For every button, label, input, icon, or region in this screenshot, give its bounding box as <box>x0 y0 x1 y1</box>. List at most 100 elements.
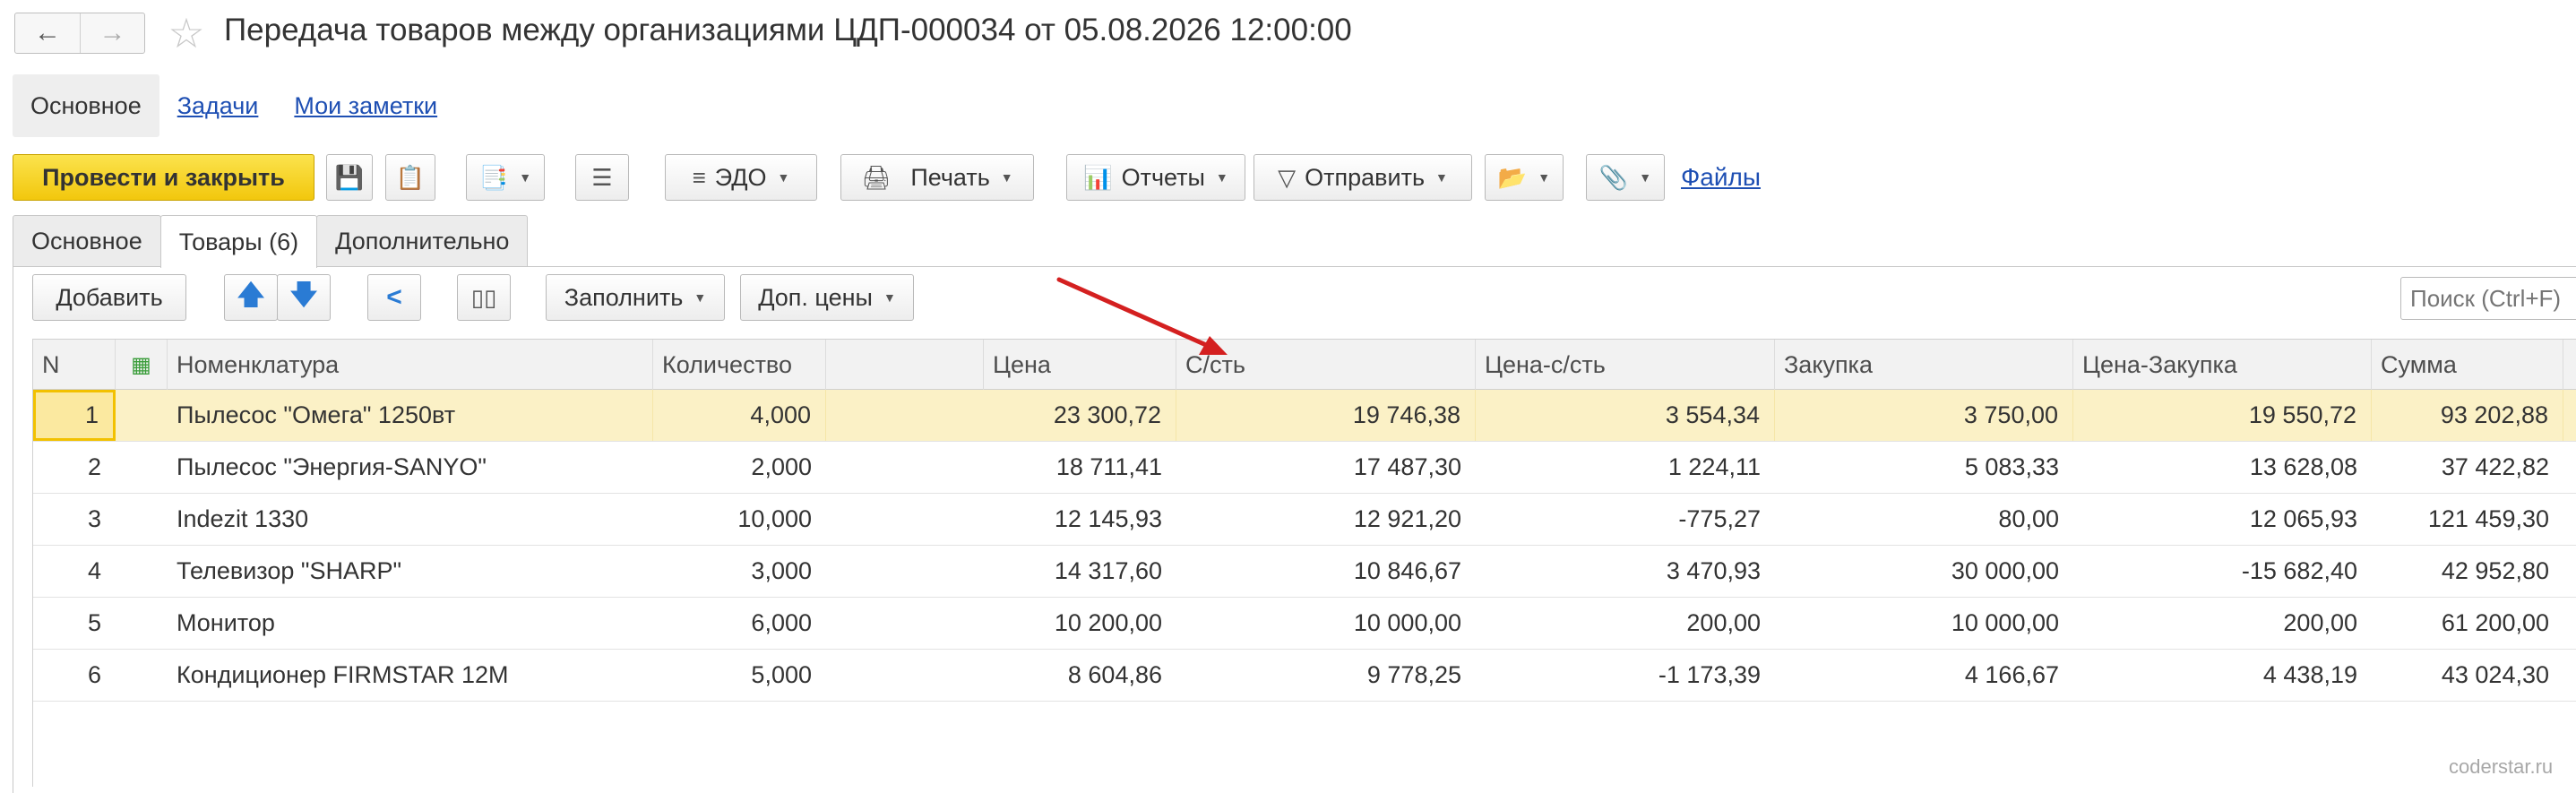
post-button[interactable]: 📋 <box>385 154 435 201</box>
cell-sum: 93 202,88 <box>2372 390 2563 441</box>
printer-icon: 🖨 <box>861 163 892 191</box>
favorite-star-icon[interactable]: ☆ <box>164 10 209 56</box>
cell-price-purchase: 12 065,93 <box>2249 505 2357 532</box>
search-input[interactable] <box>2400 277 2576 320</box>
cell-price-cost: 3 470,93 <box>1666 557 1761 584</box>
post-and-close-button[interactable]: Провести и закрыть <box>13 154 314 201</box>
table-row[interactable]: 1 Пылесос "Омега" 1250вт 4,000 23 300,72… <box>33 390 2576 442</box>
cell-price: 8 604,86 <box>1067 661 1162 688</box>
table-row[interactable]: 2 Пылесос "Энергия-SANYO" 2,000 18 711,4… <box>33 442 2576 494</box>
add-button[interactable]: Добавить <box>32 274 186 321</box>
col-price[interactable]: Цена <box>984 340 1176 390</box>
move-down-button[interactable]: 🡇 <box>277 274 331 321</box>
cell-price-cost: 1 224,11 <box>1667 453 1761 480</box>
cell-sum: 43 024,30 <box>2441 661 2549 688</box>
cell-qty: 3,000 <box>751 557 812 584</box>
nav-buttons: ← → <box>14 13 145 54</box>
cell-price-purchase: 13 628,08 <box>2249 453 2357 480</box>
back-button[interactable]: ← <box>15 13 80 53</box>
reports-label: Отчеты <box>1121 163 1205 191</box>
col-cost[interactable]: С/сть <box>1176 340 1476 390</box>
post-document-icon: 📋 <box>395 163 426 191</box>
print-button[interactable]: 🖨 Печать ▼ <box>840 154 1034 201</box>
cell-purchase: 3 750,00 <box>1775 390 2073 441</box>
cell-price-cost: -1 173,39 <box>1658 661 1761 688</box>
col-name[interactable]: Номенклатура <box>168 340 653 390</box>
col-blank[interactable] <box>826 340 984 390</box>
attach-button[interactable]: 📎 ▼ <box>1586 154 1665 201</box>
cell-qty: 6,000 <box>751 609 812 636</box>
files-link[interactable]: Файлы <box>1681 163 1761 192</box>
create-based-icon: 📑 <box>478 163 509 191</box>
command-bar: Провести и закрыть 💾 📋 📑 ▼ ☰ ≡ ЭДО ▼ 🖨 Печат… <box>13 154 2575 203</box>
col-qty[interactable]: Количество <box>653 340 826 390</box>
cell-qty: 10,000 <box>737 505 812 532</box>
cell-cost: 17 487,30 <box>1353 453 1461 480</box>
move-up-button[interactable]: 🡅 <box>224 274 278 321</box>
cell-cost: 9 778,25 <box>1366 661 1461 688</box>
cell-qty: 5,000 <box>751 661 812 688</box>
tab-goods[interactable]: Товары (6) <box>159 215 318 268</box>
col-price-cost[interactable]: Цена-с/сть <box>1476 340 1775 390</box>
fill-label: Заполнить <box>564 283 684 311</box>
fill-button[interactable]: Заполнить ▼ <box>546 274 725 321</box>
cell-purchase: 80,00 <box>1998 505 2059 532</box>
cell-price-purchase: 19 550,72 <box>2073 390 2372 441</box>
cell-price: 18 711,41 <box>1055 453 1162 480</box>
create-based-on-button[interactable]: 📑 ▼ <box>466 154 545 201</box>
table-toolbar: Добавить 🡅 🡇 < ▯▯ Заполнить ▼ Доп. цены ▼ <box>32 274 2576 323</box>
section-main[interactable]: Основное <box>13 74 159 137</box>
cell-price: 14 317,60 <box>1054 557 1162 584</box>
edo-label: ЭДО <box>714 163 767 191</box>
cell-sum: 121 459,30 <box>2427 505 2549 532</box>
save-button[interactable]: 💾 <box>326 154 373 201</box>
cell-purchase: 4 166,67 <box>1964 661 2059 688</box>
cell-sum: 42 952,80 <box>2441 557 2549 584</box>
cell-n: 1 <box>33 390 116 441</box>
split-icon: < <box>386 282 402 312</box>
cell-n: 5 <box>87 609 101 636</box>
structure-button[interactable]: ☰ <box>575 154 629 201</box>
col-sum[interactable]: Сумма <box>2372 340 2563 390</box>
chevron-down-icon: ▼ <box>694 290 707 305</box>
cell-cost: 19 746,38 <box>1176 390 1476 441</box>
table-row[interactable]: 5 Монитор 6,000 10 200,00 10 000,00 200,… <box>33 598 2576 650</box>
tab-main[interactable]: Основное <box>13 215 161 267</box>
table-header: N ▦ Номенклатура Количество Цена С/сть Ц… <box>33 339 2576 390</box>
split-button[interactable]: < <box>367 274 421 321</box>
table-row[interactable]: 6 Кондиционер FIRMSTAR 12M 5,000 8 604,8… <box>33 650 2576 702</box>
reports-button[interactable]: 📊 Отчеты ▼ <box>1066 154 1245 201</box>
col-n[interactable]: N <box>33 340 116 390</box>
barcode-button[interactable]: ▯▯ <box>457 274 511 321</box>
watermark: coderstar.ru <box>2449 755 2554 778</box>
cell-name: Пылесос "Энергия-SANYO" <box>177 453 487 480</box>
edo-icon: ≡ <box>692 163 706 191</box>
edo-button[interactable]: ≡ ЭДО ▼ <box>665 154 817 201</box>
table-grid-icon: ▦ <box>131 352 151 377</box>
report-icon: 📊 <box>1083 163 1113 191</box>
arrow-down-icon: 🡇 <box>289 280 318 310</box>
extra-prices-button[interactable]: Доп. цены ▼ <box>740 274 914 321</box>
cell-sum: 37 422,82 <box>2441 453 2549 480</box>
cell-sum: 61 200,00 <box>2441 609 2549 636</box>
section-tasks[interactable]: Задачи <box>159 74 277 137</box>
chevron-down-icon: ▼ <box>883 290 896 305</box>
table-row[interactable]: 3 Indezit 1330 10,000 12 145,93 12 921,2… <box>33 494 2576 546</box>
tab-additional[interactable]: Дополнительно <box>316 215 529 267</box>
cell-price-cost: 200,00 <box>1686 609 1761 636</box>
cell-name: Indezit 1330 <box>177 505 309 532</box>
task-button[interactable]: 📂 ▼ <box>1485 154 1564 201</box>
table-row[interactable]: 4 Телевизор "SHARP" 3,000 14 317,60 10 8… <box>33 546 2576 598</box>
cell-name: Телевизор "SHARP" <box>177 557 402 584</box>
cell-n: 3 <box>87 505 101 532</box>
clock-folder-icon: 📂 <box>1497 163 1528 191</box>
col-purchase[interactable]: Закупка <box>1775 340 2073 390</box>
col-icon[interactable]: ▦ <box>116 340 168 390</box>
cell-price-purchase: 4 438,19 <box>2262 661 2357 688</box>
cell-cost: 10 000,00 <box>1353 609 1461 636</box>
cell-price-cost: -775,27 <box>1678 505 1761 532</box>
col-price-purchase[interactable]: Цена-Закупка <box>2073 340 2372 390</box>
section-notes[interactable]: Мои заметки <box>276 74 455 137</box>
send-button[interactable]: ▽ Отправить ▼ <box>1254 154 1472 201</box>
forward-button[interactable]: → <box>80 13 144 53</box>
